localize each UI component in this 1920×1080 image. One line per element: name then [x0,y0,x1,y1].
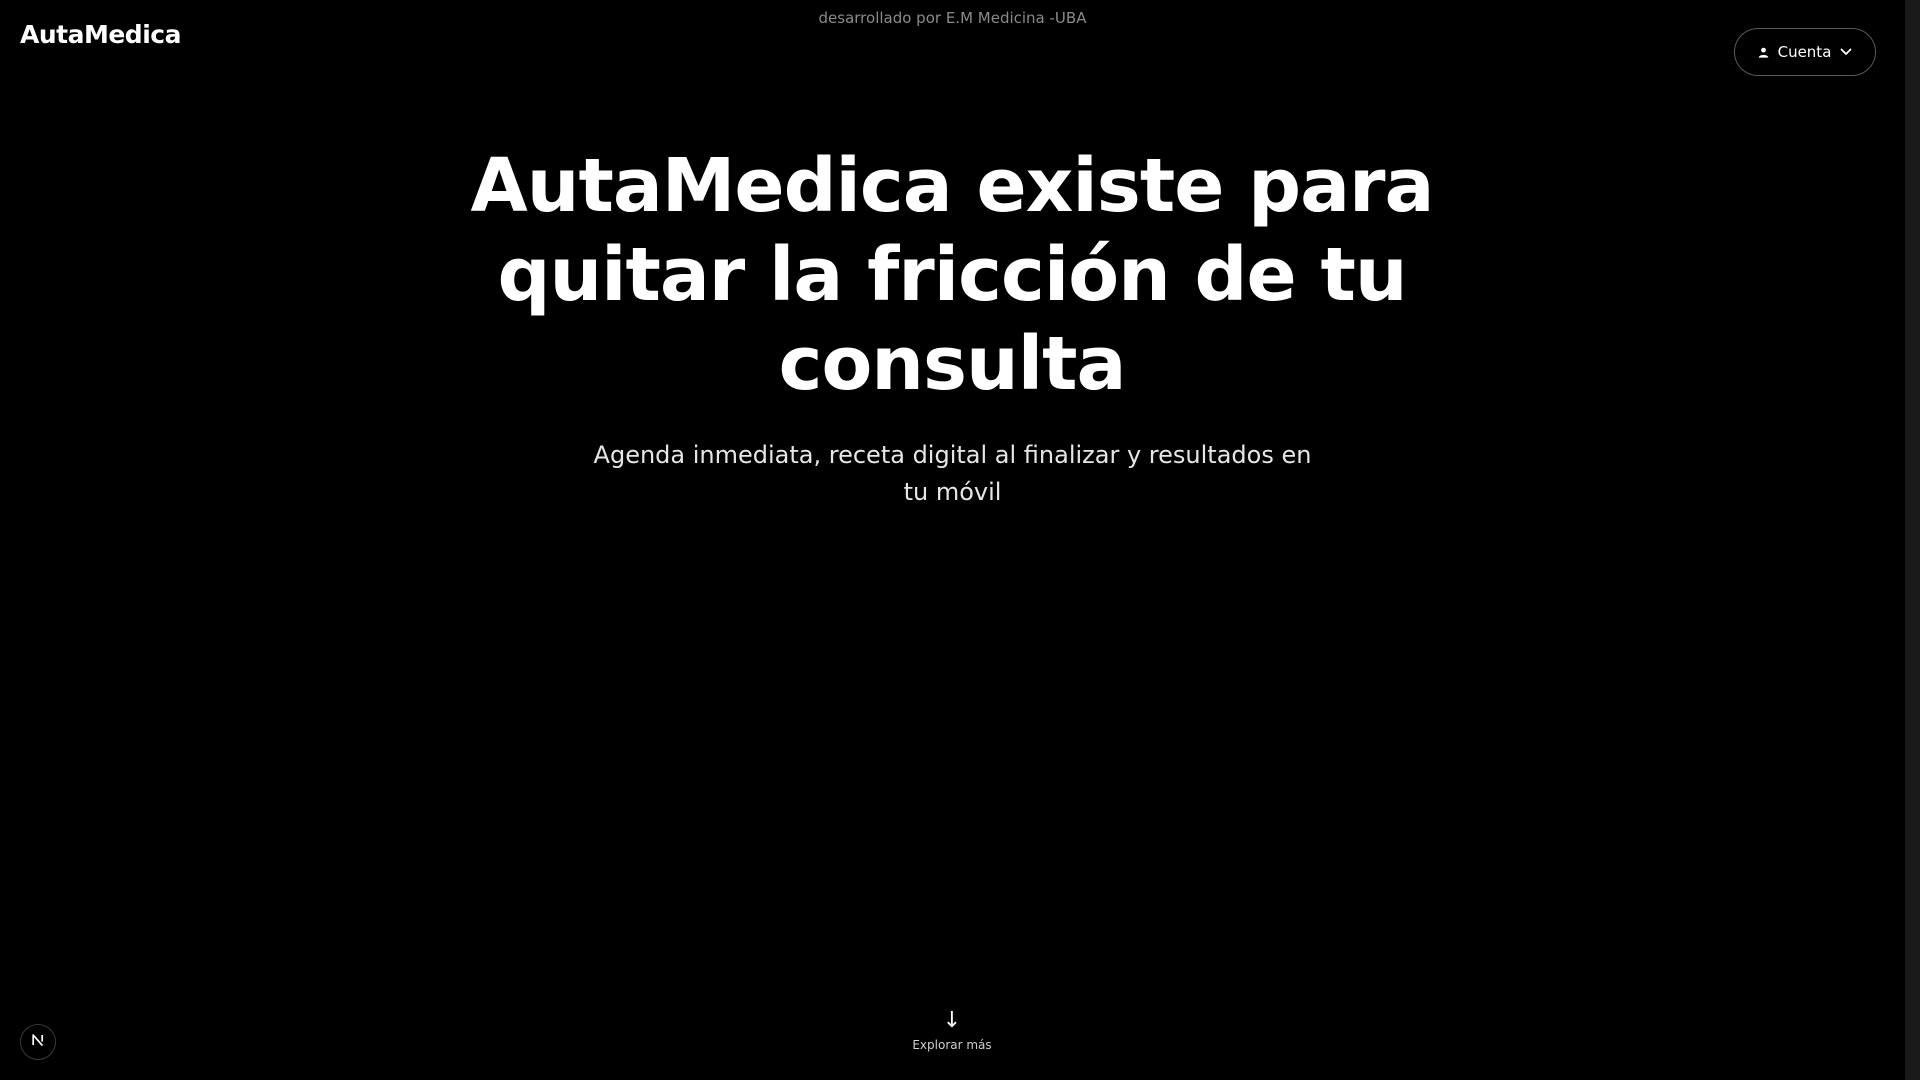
account-button-label: Cuenta [1777,43,1832,61]
chevron-down-icon [1840,48,1852,56]
landing-page: AutaMedica desarrollado por E.M Medicina… [0,0,1920,1080]
hero-subtitle: Agenda inmediata, receta digital al fina… [593,441,1312,506]
explore-more-link[interactable]: ↓ Explorar más [852,1008,1052,1052]
nextjs-n-icon [30,1032,46,1052]
nextjs-dev-badge[interactable] [20,1024,56,1060]
credit-text: desarrollado por E.M Medicina -UBA [818,9,1087,27]
scrollbar[interactable] [1905,0,1920,1080]
arrow-down-icon: ↓ [942,1008,962,1033]
account-menu-button[interactable]: Cuenta [1734,28,1876,76]
hero-title: AutaMedica existe para quitar la fricció… [470,143,1435,407]
explore-more-label: Explorar más [912,1038,992,1052]
user-icon [1758,47,1769,58]
